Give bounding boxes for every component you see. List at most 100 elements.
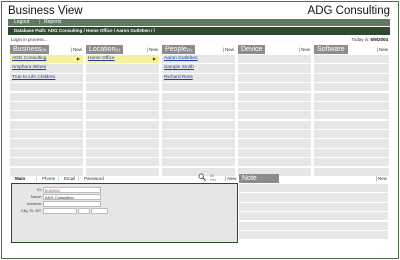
list-item-label[interactable]: Home Office bbox=[88, 55, 115, 63]
empty-list-row[interactable] bbox=[238, 158, 311, 167]
empty-list-row[interactable] bbox=[314, 139, 389, 148]
empty-list-row[interactable] bbox=[238, 101, 311, 111]
empty-list-row[interactable] bbox=[314, 130, 389, 139]
empty-list-row[interactable] bbox=[238, 73, 311, 82]
empty-list-row[interactable] bbox=[86, 64, 159, 73]
empty-list-row[interactable] bbox=[86, 148, 159, 157]
list-item[interactable]: True to Life Children bbox=[10, 73, 83, 82]
tab-main[interactable]: Main bbox=[15, 175, 25, 183]
empty-list-row[interactable] bbox=[162, 148, 235, 157]
device-new-button[interactable]: | New bbox=[299, 46, 310, 53]
empty-list-row[interactable] bbox=[162, 111, 235, 120]
empty-list-row[interactable] bbox=[238, 55, 311, 64]
search-icon[interactable] bbox=[198, 173, 206, 181]
note-row[interactable] bbox=[239, 230, 388, 240]
people-new-button[interactable]: | New bbox=[223, 46, 234, 53]
empty-list-row[interactable] bbox=[10, 111, 83, 120]
login-status: Login in process... bbox=[11, 37, 48, 42]
empty-list-row[interactable] bbox=[314, 101, 389, 111]
empty-list-row[interactable] bbox=[238, 64, 311, 73]
empty-list-row[interactable] bbox=[10, 130, 83, 139]
empty-list-row[interactable] bbox=[314, 120, 389, 129]
tab-email[interactable]: Email bbox=[64, 175, 75, 183]
zip-field[interactable] bbox=[91, 208, 108, 214]
empty-list-row[interactable] bbox=[86, 73, 159, 82]
tab-phone[interactable]: Phone bbox=[42, 175, 55, 183]
empty-list-row[interactable] bbox=[314, 55, 389, 64]
list-item-label[interactable]: Aaron Gutleben bbox=[164, 55, 198, 63]
note-row[interactable] bbox=[239, 202, 388, 211]
note-row[interactable] bbox=[239, 221, 388, 230]
empty-list-row[interactable] bbox=[10, 139, 83, 148]
empty-list-row[interactable] bbox=[314, 158, 389, 167]
business-panel: Business(3) | New ADG Consulting ▶ Amphora… bbox=[10, 45, 83, 176]
note-row[interactable] bbox=[239, 212, 388, 221]
empty-list-row[interactable] bbox=[10, 92, 83, 101]
device-panel: Device | New bbox=[238, 45, 311, 176]
empty-list-row[interactable] bbox=[238, 130, 311, 139]
empty-list-row[interactable] bbox=[86, 101, 159, 111]
database-path[interactable]: Database Path: ADG Consulting / Home Off… bbox=[14, 27, 155, 35]
empty-list-row[interactable] bbox=[86, 92, 159, 101]
empty-list-row[interactable] bbox=[314, 83, 389, 92]
note-new-button[interactable]: | New bbox=[376, 175, 387, 182]
empty-list-row[interactable] bbox=[162, 101, 235, 111]
empty-list-row[interactable] bbox=[238, 139, 311, 148]
empty-list-row[interactable] bbox=[10, 158, 83, 167]
list-item[interactable]: Aaron Gutleben bbox=[162, 55, 235, 64]
location-new-button[interactable]: | New bbox=[147, 46, 158, 53]
tab-password[interactable]: Password bbox=[84, 175, 104, 183]
empty-list-row[interactable] bbox=[238, 92, 311, 101]
list-item[interactable]: Home Office ▶ bbox=[86, 55, 159, 64]
empty-list-row[interactable] bbox=[86, 158, 159, 167]
software-new-button[interactable]: | New bbox=[377, 46, 388, 53]
empty-list-row[interactable] bbox=[314, 64, 389, 73]
note-row[interactable] bbox=[239, 184, 388, 193]
city-field[interactable] bbox=[43, 208, 77, 214]
empty-list-row[interactable] bbox=[86, 139, 159, 148]
empty-list-row[interactable] bbox=[238, 148, 311, 157]
empty-list-row[interactable] bbox=[162, 139, 235, 148]
empty-list-row[interactable] bbox=[314, 73, 389, 82]
list-item[interactable]: Amphora Wines bbox=[10, 64, 83, 73]
empty-list-row[interactable] bbox=[238, 83, 311, 92]
detail-new-button[interactable]: | New bbox=[225, 175, 236, 183]
empty-list-row[interactable] bbox=[162, 158, 235, 167]
list-item[interactable]: Richard Ross bbox=[162, 73, 235, 82]
today-date: Today is: 6/9/2004 bbox=[351, 37, 388, 42]
list-item[interactable]: Sample Smith bbox=[162, 64, 235, 73]
list-item-label[interactable]: Richard Ross bbox=[164, 74, 193, 82]
empty-list-row[interactable] bbox=[314, 92, 389, 101]
empty-list-row[interactable] bbox=[162, 130, 235, 139]
empty-list-row[interactable] bbox=[86, 111, 159, 120]
list-item-label[interactable]: Sample Smith bbox=[164, 64, 194, 72]
id-field[interactable]: B-00001 bbox=[43, 187, 101, 193]
empty-list-row[interactable] bbox=[10, 83, 83, 92]
empty-list-row[interactable] bbox=[238, 111, 311, 120]
list-item-label[interactable]: True to Life Children bbox=[12, 74, 55, 82]
logout-link[interactable]: Logout bbox=[14, 19, 29, 26]
selected-arrow-icon: ▶ bbox=[152, 56, 156, 61]
reports-link[interactable]: Reports bbox=[44, 19, 62, 26]
empty-list-row[interactable] bbox=[86, 130, 159, 139]
list-item[interactable]: ADG Consulting ▶ bbox=[10, 55, 83, 64]
address-field[interactable] bbox=[43, 201, 101, 207]
empty-list-row[interactable] bbox=[162, 83, 235, 92]
list-item-label[interactable]: ADG Consulting bbox=[12, 55, 46, 63]
empty-list-row[interactable] bbox=[10, 148, 83, 157]
empty-list-row[interactable] bbox=[162, 92, 235, 101]
empty-list-row[interactable] bbox=[314, 111, 389, 120]
empty-list-row[interactable] bbox=[10, 120, 83, 129]
empty-list-row[interactable] bbox=[238, 120, 311, 129]
empty-list-row[interactable] bbox=[162, 120, 235, 129]
software-list bbox=[314, 55, 389, 177]
business-new-button[interactable]: | New bbox=[71, 46, 82, 53]
empty-list-row[interactable] bbox=[10, 101, 83, 111]
note-row[interactable] bbox=[239, 193, 388, 202]
empty-list-row[interactable] bbox=[314, 148, 389, 157]
empty-list-row[interactable] bbox=[86, 120, 159, 129]
name-field[interactable]: ADG Consulting bbox=[43, 194, 101, 200]
list-item-label[interactable]: Amphora Wines bbox=[12, 64, 46, 72]
state-field[interactable] bbox=[78, 208, 90, 214]
empty-list-row[interactable] bbox=[86, 83, 159, 92]
